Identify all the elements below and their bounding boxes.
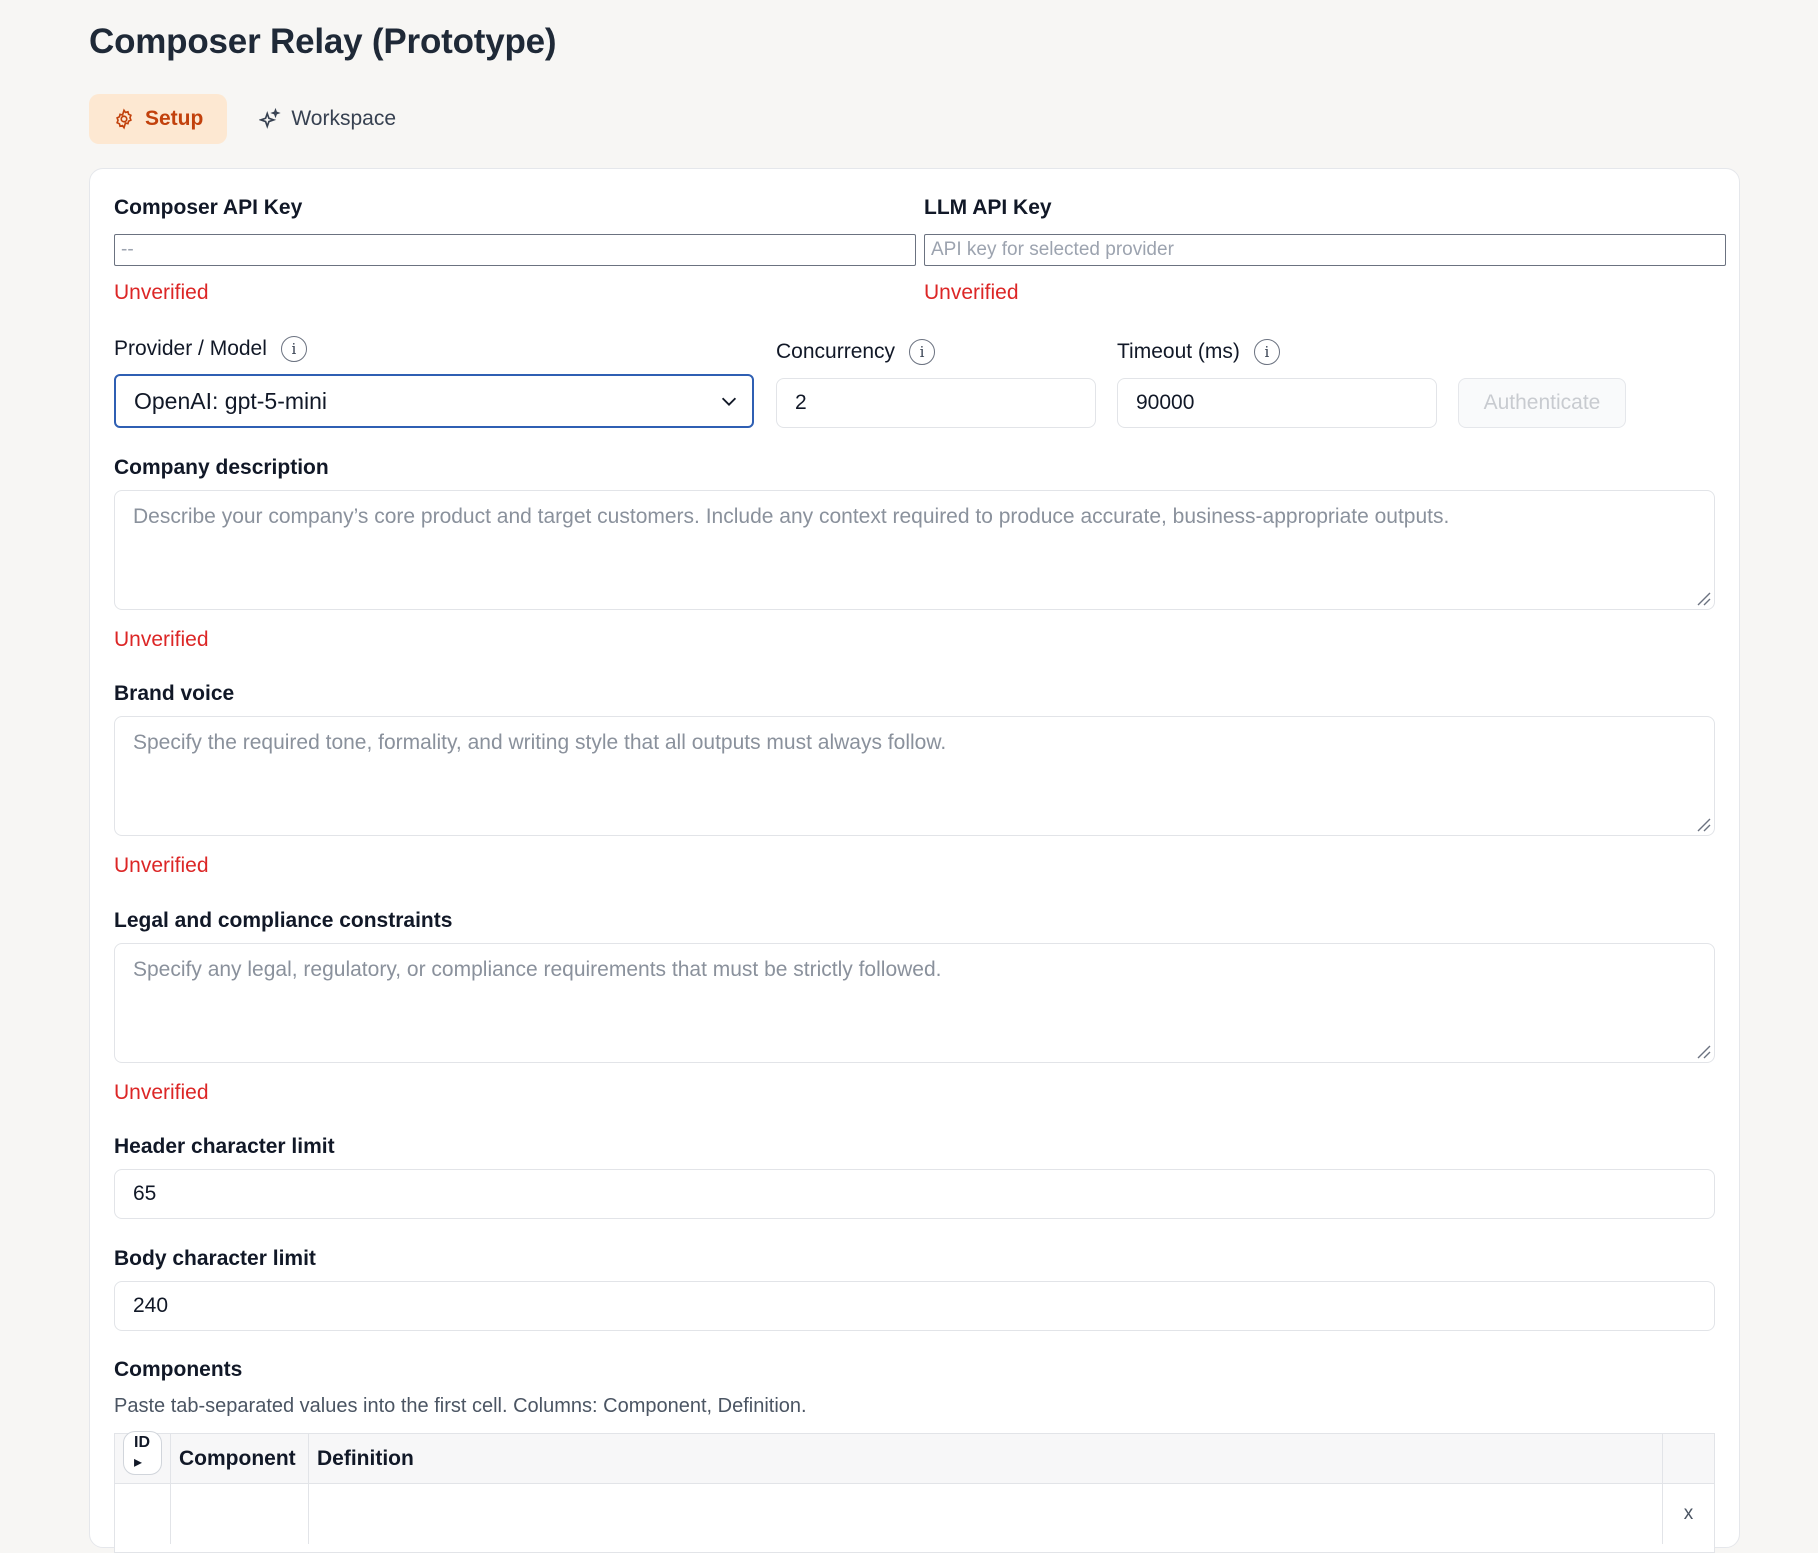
provider-label: Provider / Model xyxy=(114,337,267,360)
composer-key-label: Composer API Key xyxy=(114,196,303,219)
chevron-down-icon xyxy=(721,397,737,406)
page-title: Composer Relay (Prototype) xyxy=(89,22,557,61)
llm-key-status: Unverified xyxy=(924,281,1019,304)
actions-column-header xyxy=(1663,1434,1714,1483)
concurrency-label: Concurrency xyxy=(776,340,896,363)
gear-icon xyxy=(116,108,132,130)
concurrency-value: 2 xyxy=(795,391,807,414)
company-description-status: Unverified xyxy=(114,628,209,651)
concurrency-label-row: Concurrency i xyxy=(776,339,936,365)
company-description-placeholder: Describe your company’s core product and… xyxy=(133,505,1450,528)
concurrency-input[interactable]: 2 xyxy=(776,378,1096,428)
brand-voice-placeholder: Specify the required tone, formality, an… xyxy=(133,731,947,754)
id-column-header: ID ▸ xyxy=(115,1430,171,1483)
id-cell xyxy=(115,1484,171,1544)
provider-model-select[interactable]: OpenAI: gpt-5-mini xyxy=(114,374,754,428)
info-icon[interactable]: i xyxy=(1253,339,1280,365)
tab-bar: Setup Workspace xyxy=(89,94,414,144)
brand-voice-label: Brand voice xyxy=(114,682,235,705)
legal-constraints-placeholder: Specify any legal, regulatory, or compli… xyxy=(133,958,942,981)
llm-key-input[interactable] xyxy=(924,234,1726,266)
info-icon[interactable]: i xyxy=(909,339,936,365)
components-hint: Paste tab-separated values into the firs… xyxy=(114,1395,807,1417)
composer-key-input[interactable] xyxy=(114,234,916,266)
timeout-label-row: Timeout (ms) i xyxy=(1117,339,1280,365)
provider-model-value: OpenAI: gpt-5-mini xyxy=(134,387,328,414)
header-limit-input[interactable]: 65 xyxy=(114,1169,1715,1219)
brand-voice-textarea[interactable]: Specify the required tone, formality, an… xyxy=(114,716,1715,836)
header-limit-label: Header character limit xyxy=(114,1135,335,1158)
id-sort-toggle[interactable]: ID ▸ xyxy=(123,1430,162,1475)
brand-voice-status: Unverified xyxy=(114,854,209,877)
component-column-header: Component xyxy=(171,1434,309,1483)
resize-handle-icon[interactable] xyxy=(1695,590,1711,606)
remove-row-button[interactable]: x xyxy=(1663,1484,1714,1544)
composer-key-status: Unverified xyxy=(114,281,209,304)
components-table: ID ▸ Component Definition x xyxy=(114,1430,1715,1553)
provider-label-row: Provider / Model i xyxy=(114,336,307,362)
info-icon[interactable]: i xyxy=(280,336,307,362)
tab-workspace-label: Workspace xyxy=(291,107,396,130)
timeout-value: 90000 xyxy=(1136,391,1195,414)
body-limit-input[interactable]: 240 xyxy=(114,1281,1715,1331)
definition-cell[interactable] xyxy=(309,1484,1663,1544)
body-limit-value: 240 xyxy=(133,1294,169,1317)
resize-handle-icon[interactable] xyxy=(1695,1043,1711,1059)
tab-workspace[interactable]: Workspace xyxy=(241,94,414,144)
company-description-textarea[interactable]: Describe your company’s core product and… xyxy=(114,490,1715,610)
tab-setup[interactable]: Setup xyxy=(89,94,228,144)
legal-constraints-label: Legal and compliance constraints xyxy=(114,909,453,932)
tab-setup-label: Setup xyxy=(145,107,204,130)
timeout-input[interactable]: 90000 xyxy=(1117,378,1437,428)
timeout-label: Timeout (ms) xyxy=(1117,340,1240,363)
components-label: Components xyxy=(114,1358,243,1381)
sparkle-icon xyxy=(259,108,282,129)
table-row: x xyxy=(115,1484,1714,1544)
setup-card: Composer API Key Unverified LLM API Key … xyxy=(89,168,1740,1553)
legal-constraints-status: Unverified xyxy=(114,1081,209,1104)
legal-constraints-textarea[interactable]: Specify any legal, regulatory, or compli… xyxy=(114,943,1715,1063)
company-description-label: Company description xyxy=(114,456,329,479)
definition-column-header: Definition xyxy=(309,1434,1663,1483)
page: Composer Relay (Prototype) Setup Workspa… xyxy=(0,0,1818,1553)
llm-key-label: LLM API Key xyxy=(924,196,1052,219)
authenticate-button[interactable]: Authenticate xyxy=(1458,378,1626,428)
table-header: ID ▸ Component Definition xyxy=(115,1430,1714,1484)
resize-handle-icon[interactable] xyxy=(1695,816,1711,832)
body-limit-label: Body character limit xyxy=(114,1247,316,1270)
component-cell[interactable] xyxy=(171,1484,309,1544)
header-limit-value: 65 xyxy=(133,1182,157,1205)
